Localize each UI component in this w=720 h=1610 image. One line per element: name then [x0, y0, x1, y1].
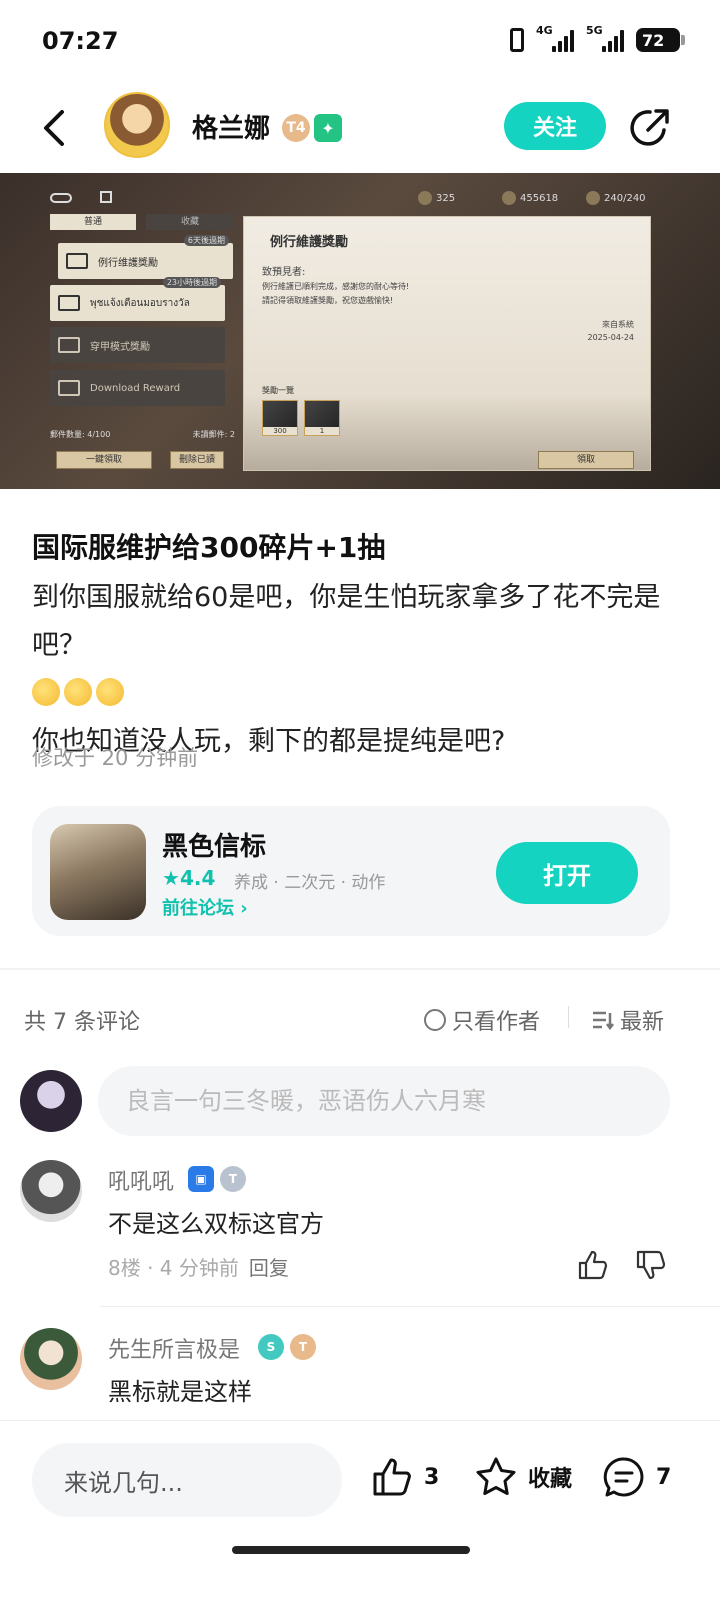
game-card[interactable]: 黑色信标 ★4.4 养成 · 二次元 · 动作 前往论坛 › 打开 [32, 806, 670, 936]
chevron-right-icon: › [240, 898, 248, 919]
game-delete-read-button: 刪除已讀 [170, 451, 224, 469]
mail-envelope-icon [58, 337, 80, 353]
smirk-emoji-icon [32, 678, 60, 706]
game-mail-item: พุชแจ้งเตือนมอบรางวัล 23小時後過期 [50, 277, 225, 321]
post-image[interactable]: 325 455618 240/240 普通 收藏 例行维護獎勵 6天後過期 พุ… [0, 173, 720, 489]
back-button[interactable] [34, 106, 74, 150]
like-button[interactable]: 3 [370, 1455, 439, 1499]
game-tab-normal: 普通 [50, 214, 136, 230]
game-tags: 养成 · 二次元 · 动作 [234, 873, 386, 893]
share-icon[interactable] [628, 106, 672, 150]
author-only-toggle[interactable]: 只看作者 [424, 1004, 540, 1036]
commenter-name[interactable]: 先生所言极是 [108, 1332, 240, 1364]
sort-latest-button[interactable]: 最新 [592, 1004, 664, 1036]
game-resource-bar: 325 455618 240/240 [0, 191, 720, 215]
follow-button[interactable]: 关注 [504, 102, 606, 150]
thumbs-down-icon[interactable] [634, 1248, 668, 1282]
commenter-avatar[interactable] [20, 1328, 82, 1390]
game-mail-item: 穿甲模式獎勵 [50, 327, 225, 363]
my-avatar [20, 1070, 82, 1132]
reward-shard-icon: 300 [262, 400, 298, 436]
comment-text: 不是这么双标这官方 [108, 1210, 324, 1238]
edited-time: 修改于 20 分钟前 [32, 746, 199, 770]
emoji-row [32, 670, 692, 718]
status-time: 07:27 [42, 27, 119, 55]
stamina-icon [586, 191, 600, 205]
post-header: 格兰娜 T4 ✦ 关注 [0, 86, 720, 172]
mail-envelope-icon [58, 295, 80, 311]
game-claim-all-button: 一鍵領取 [56, 451, 152, 469]
level-badge-icon: T [220, 1166, 246, 1192]
reply-button[interactable]: 回复 [249, 1256, 289, 1280]
game-app-icon[interactable] [50, 824, 146, 920]
swirl-badge-icon: S [258, 1334, 284, 1360]
comment-meta: 8楼 · 4 分钟前 回复 [108, 1256, 289, 1280]
game-back-icon [50, 193, 72, 203]
author-avatar[interactable] [104, 92, 170, 158]
radio-circle-icon [424, 1009, 446, 1031]
reward-ticket-icon: 1 [304, 400, 340, 436]
creator-badge-icon: ✦ [314, 114, 342, 142]
mail-envelope-icon [58, 380, 80, 396]
commenter-name[interactable]: 吼吼吼 [108, 1164, 174, 1196]
status-icons: 4G 5G 72 [510, 24, 685, 52]
game-claim-button: 領取 [538, 451, 634, 469]
status-bar: 07:27 4G 5G 72 [0, 0, 720, 86]
header-separator [568, 1006, 569, 1028]
comment-divider [100, 1306, 720, 1307]
chevron-left-icon [44, 110, 64, 146]
thumbs-up-icon [373, 1458, 411, 1496]
comment-text: 黑标就是这样 [108, 1378, 252, 1406]
game-home-icon [100, 191, 112, 203]
home-indicator[interactable] [232, 1546, 470, 1554]
battery-icon: 72 [636, 28, 685, 52]
level-badge-icon: T [290, 1334, 316, 1360]
game-mail-item: Download Reward [50, 370, 225, 406]
say-something-input[interactable]: 来说几句... [32, 1443, 342, 1517]
author-name[interactable]: 格兰娜 [192, 108, 270, 145]
open-game-button[interactable]: 打开 [496, 842, 638, 904]
forum-link[interactable]: 前往论坛 › [162, 894, 248, 920]
game-mail-footer: 郵件數量: 4/100 未讀郵件: 2 [50, 430, 235, 439]
bottom-action-bar: 来说几句... 3 收藏 7 [0, 1420, 720, 1610]
favorite-button[interactable]: 收藏 [474, 1455, 572, 1499]
vibrate-icon [510, 28, 524, 52]
thumbs-up-icon[interactable] [576, 1248, 610, 1282]
energy-icon [418, 191, 432, 205]
game-mail-panel: 例行維護獎勵 致預見者: 例行維護已順利完成，感謝您的耐心等待! 請記得領取維護… [243, 216, 651, 471]
game-name: 黑色信标 [162, 832, 267, 862]
post-title: 国际服维护给300碎片+1抽 [32, 531, 386, 564]
coin-icon [502, 191, 516, 205]
signal-4g-icon: 4G [536, 24, 574, 52]
game-rating: ★4.4 [162, 866, 216, 890]
sort-icon [593, 1011, 614, 1030]
game-tab-favorite: 收藏 [146, 214, 234, 230]
comment-button[interactable]: 7 [602, 1455, 671, 1499]
smirk-emoji-icon [96, 678, 124, 706]
mail-envelope-icon [66, 253, 88, 269]
signal-5g-icon: 5G [586, 24, 624, 52]
gamepad-badge-icon: ▣ [188, 1166, 214, 1192]
post-body: 到你国服就给60是吧，你是生怕玩家拿多了花不完是吧？ 你也知道没人玩，剩下的都是… [32, 574, 692, 766]
star-icon: ★ [162, 866, 180, 890]
commenter-avatar[interactable] [20, 1160, 82, 1222]
comment-bubble-icon [603, 1457, 644, 1497]
game-mail-item: 例行维護獎勵 6天後過期 [58, 235, 233, 279]
comments-count: 共 7 条评论 [24, 1010, 140, 1035]
comment-input[interactable] [98, 1066, 670, 1136]
smirk-emoji-icon [64, 678, 92, 706]
level-badge: T4 [282, 114, 310, 142]
section-divider [0, 968, 720, 970]
star-outline-icon [476, 1457, 516, 1495]
